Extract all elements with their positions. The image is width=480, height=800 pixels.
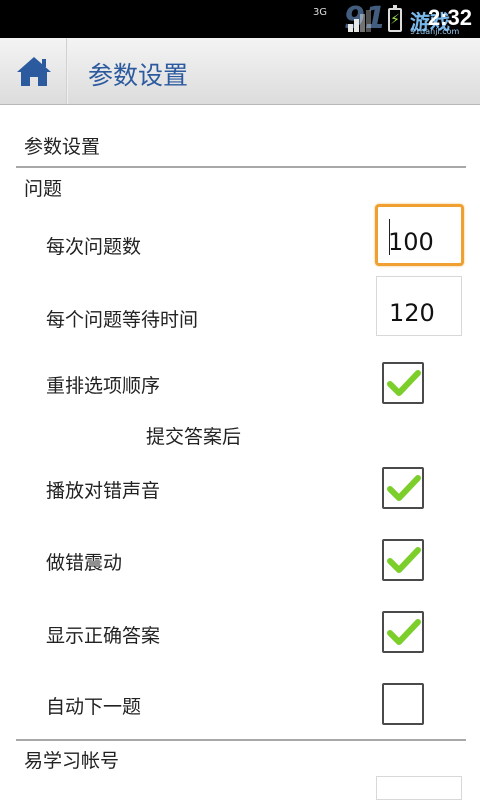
signal-icon (348, 10, 372, 32)
network-3g-icon: 3G (312, 7, 328, 18)
after-submit-header: 提交答案后 (146, 426, 242, 448)
divider (16, 739, 466, 741)
per-question-count-label: 每次问题数 (46, 236, 142, 258)
category-account: 易学习帐号 (24, 750, 120, 772)
auto-next-checkbox[interactable] (382, 683, 424, 725)
battery-charging-icon: ⚡ (388, 5, 402, 32)
shuffle-options-checkbox[interactable] (382, 362, 424, 404)
page-title: 参数设置 (88, 61, 189, 90)
clock: 2:32 (428, 5, 473, 30)
show-correct-answer-label: 显示正确答案 (46, 625, 161, 647)
play-sound-checkbox[interactable] (382, 467, 424, 509)
action-bar: 参数设置 (0, 38, 480, 105)
show-correct-answer-checkbox[interactable] (382, 611, 424, 653)
settings-header: 参数设置 (24, 136, 101, 158)
play-sound-label: 播放对错声音 (46, 480, 161, 502)
auto-next-label: 自动下一题 (46, 696, 142, 718)
category-question: 问题 (24, 178, 63, 200)
status-bar: 3G 91 ⚡ 游戏 91danji.com 2:32 (0, 0, 480, 38)
wait-time-input[interactable] (376, 276, 462, 336)
vibrate-label: 做错震动 (46, 552, 123, 574)
checkmark-icon (387, 547, 421, 573)
text-caret (389, 219, 390, 255)
home-icon (17, 57, 51, 86)
account-field[interactable] (376, 776, 462, 800)
divider (16, 166, 466, 168)
shuffle-options-label: 重排选项顺序 (46, 375, 161, 397)
home-button[interactable] (0, 38, 66, 104)
checkmark-icon (387, 619, 421, 645)
wait-time-label: 每个问题等待时间 (46, 309, 199, 331)
checkmark-icon (387, 475, 421, 501)
vibrate-checkbox[interactable] (382, 539, 424, 581)
action-bar-divider (66, 38, 68, 104)
checkmark-icon (387, 370, 421, 396)
